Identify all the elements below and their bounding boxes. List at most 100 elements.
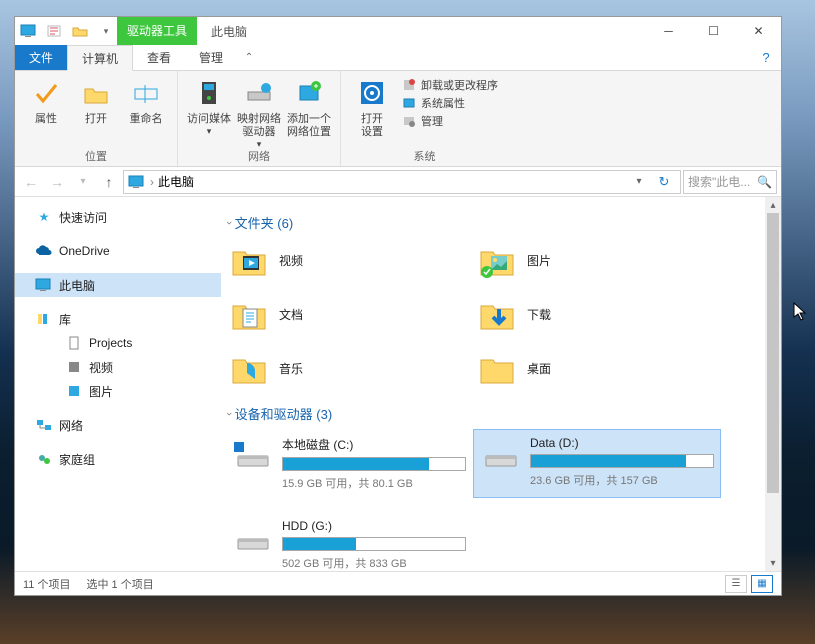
scroll-thumb[interactable] bbox=[767, 213, 779, 493]
ribbon-settings-button[interactable]: 打开 设置 bbox=[347, 75, 397, 150]
qat-new-folder-icon[interactable] bbox=[69, 20, 91, 42]
tab-file[interactable]: 文件 bbox=[15, 45, 67, 70]
monitor-icon bbox=[35, 277, 53, 293]
nav-libraries[interactable]: 库 bbox=[15, 307, 221, 331]
status-bar: 11 个项目 选中 1 个项目 ☰ ▦ bbox=[15, 571, 781, 595]
ribbon-properties-button[interactable]: 属性 bbox=[21, 75, 71, 150]
folder-icon bbox=[477, 242, 517, 278]
address-input[interactable]: › 此电脑 ▾ ↻ bbox=[123, 170, 681, 194]
capacity-text: 502 GB 可用，共 833 GB bbox=[282, 555, 466, 571]
contextual-tab: 驱动器工具 bbox=[117, 17, 197, 45]
ribbon-group-system: 打开 设置 卸载或更改程序 系统属性 管理 系统 bbox=[341, 71, 508, 166]
ribbon-tabs: 文件 计算机 查看 管理 ⌃ ? bbox=[15, 45, 781, 71]
qat-dropdown-icon[interactable]: ▾ bbox=[95, 20, 117, 42]
nav-pictures[interactable]: 图片 bbox=[15, 379, 221, 403]
media-server-icon bbox=[193, 77, 225, 109]
tab-manage[interactable]: 管理 bbox=[185, 45, 237, 70]
capacity-bar bbox=[530, 454, 714, 468]
group-header-drives[interactable]: ›设备和驱动器 (3) bbox=[227, 404, 773, 423]
nav-projects[interactable]: Projects bbox=[15, 331, 221, 355]
map-drive-icon bbox=[243, 77, 275, 109]
scroll-down-icon[interactable]: ▾ bbox=[765, 555, 781, 571]
document-icon bbox=[65, 335, 83, 351]
ribbon-uninstall-button[interactable]: 卸载或更改程序 bbox=[401, 77, 498, 93]
libraries-icon bbox=[35, 311, 53, 327]
ribbon-group-network: 访问媒体▾ 映射网络 驱动器▾ 添加一个 网络位置 网络 bbox=[178, 71, 341, 166]
view-icons-button[interactable]: ▦ bbox=[751, 575, 773, 593]
search-icon: 🔍 bbox=[757, 175, 772, 189]
drive-item[interactable]: 本地磁盘 (C:)15.9 GB 可用，共 80.1 GB bbox=[225, 429, 473, 498]
film-icon bbox=[65, 359, 83, 375]
app-icon bbox=[19, 23, 39, 39]
sysprops-icon bbox=[401, 95, 417, 111]
drive-icon bbox=[232, 519, 272, 555]
capacity-bar bbox=[282, 457, 466, 471]
forward-button[interactable]: → bbox=[45, 170, 69, 194]
folder-item[interactable]: 下载 bbox=[473, 292, 721, 336]
tab-view[interactable]: 查看 bbox=[133, 45, 185, 70]
vertical-scrollbar[interactable]: ▴ ▾ bbox=[765, 197, 781, 571]
view-details-button[interactable]: ☰ bbox=[725, 575, 747, 593]
content-area: ★快速访问 OneDrive 此电脑 库 Projects 视频 图片 网络 家… bbox=[15, 197, 781, 571]
search-input[interactable]: 搜索"此电... 🔍 bbox=[683, 170, 777, 194]
ribbon-manage-button[interactable]: 管理 bbox=[401, 113, 498, 129]
nav-quick-access[interactable]: ★快速访问 bbox=[15, 205, 221, 229]
address-dropdown-icon[interactable]: ▾ bbox=[630, 176, 648, 187]
capacity-bar bbox=[282, 537, 466, 551]
nav-video[interactable]: 视频 bbox=[15, 355, 221, 379]
scroll-up-icon[interactable]: ▴ bbox=[765, 197, 781, 213]
chevron-down-icon: › bbox=[223, 221, 235, 225]
ribbon-sysprops-button[interactable]: 系统属性 bbox=[401, 95, 498, 111]
ribbon-addloc-button[interactable]: 添加一个 网络位置 bbox=[284, 75, 334, 150]
picture-icon bbox=[65, 383, 83, 399]
collapse-ribbon-button[interactable]: ⌃ bbox=[237, 45, 261, 70]
back-button[interactable]: ← bbox=[19, 170, 43, 194]
ribbon-media-button[interactable]: 访问媒体▾ bbox=[184, 75, 234, 150]
titlebar: ▾ 驱动器工具 此电脑 ─ ☐ ✕ bbox=[15, 17, 781, 45]
tab-computer[interactable]: 计算机 bbox=[67, 45, 133, 71]
help-button[interactable]: ? bbox=[751, 45, 781, 70]
nav-thispc[interactable]: 此电脑 bbox=[15, 273, 221, 297]
nav-homegroup[interactable]: 家庭组 bbox=[15, 447, 221, 471]
star-icon: ★ bbox=[35, 209, 53, 225]
mouse-cursor bbox=[793, 302, 809, 322]
settings-icon bbox=[356, 77, 388, 109]
minimize-button[interactable]: ─ bbox=[646, 17, 691, 45]
ribbon-rename-button[interactable]: 重命名 bbox=[121, 75, 171, 150]
folder-item[interactable]: 桌面 bbox=[473, 346, 721, 390]
folder-item[interactable]: 音乐 bbox=[225, 346, 473, 390]
folder-icon bbox=[477, 296, 517, 332]
drive-label: Data (D:) bbox=[530, 436, 714, 450]
drive-item[interactable]: Data (D:)23.6 GB 可用，共 157 GB bbox=[473, 429, 721, 498]
refresh-button[interactable]: ↻ bbox=[652, 174, 676, 190]
folder-item[interactable]: 文档 bbox=[225, 292, 473, 336]
folder-item[interactable]: 视频 bbox=[225, 238, 473, 282]
recent-dropdown[interactable]: ▾ bbox=[71, 170, 95, 194]
uninstall-icon bbox=[401, 77, 417, 93]
group-header-folders[interactable]: ›文件夹 (6) bbox=[227, 213, 773, 232]
up-button[interactable]: ↑ bbox=[97, 170, 121, 194]
explorer-window: ▾ 驱动器工具 此电脑 ─ ☐ ✕ 文件 计算机 查看 管理 ⌃ ? 属性 打开 bbox=[14, 16, 782, 596]
folder-item[interactable]: 图片 bbox=[473, 238, 721, 282]
nav-network[interactable]: 网络 bbox=[15, 413, 221, 437]
folder-open-icon bbox=[80, 77, 112, 109]
folder-label: 文档 bbox=[279, 306, 303, 323]
navigation-pane[interactable]: ★快速访问 OneDrive 此电脑 库 Projects 视频 图片 网络 家… bbox=[15, 197, 221, 571]
folder-icon bbox=[229, 350, 269, 386]
items-view[interactable]: ›文件夹 (6) 视频图片文档 下载音乐 桌面 ›设备和驱动器 (3) 本地磁盘 (… bbox=[221, 197, 781, 571]
folder-label: 音乐 bbox=[279, 360, 303, 377]
ribbon-open-button[interactable]: 打开 bbox=[71, 75, 121, 150]
close-button[interactable]: ✕ bbox=[736, 17, 781, 45]
chevron-down-icon: › bbox=[223, 412, 235, 416]
ribbon-mapdrive-button[interactable]: 映射网络 驱动器▾ bbox=[234, 75, 284, 150]
address-bar: ← → ▾ ↑ › 此电脑 ▾ ↻ 搜索"此电... 🔍 bbox=[15, 167, 781, 197]
homegroup-icon bbox=[35, 451, 53, 467]
nav-onedrive[interactable]: OneDrive bbox=[15, 239, 221, 263]
maximize-button[interactable]: ☐ bbox=[691, 17, 736, 45]
drive-icon bbox=[232, 436, 272, 472]
folder-icon bbox=[229, 296, 269, 332]
drive-item[interactable]: HDD (G:)502 GB 可用，共 833 GB bbox=[225, 512, 473, 571]
rename-icon bbox=[130, 77, 162, 109]
qat-properties-icon[interactable] bbox=[43, 20, 65, 42]
folder-icon bbox=[477, 350, 517, 386]
